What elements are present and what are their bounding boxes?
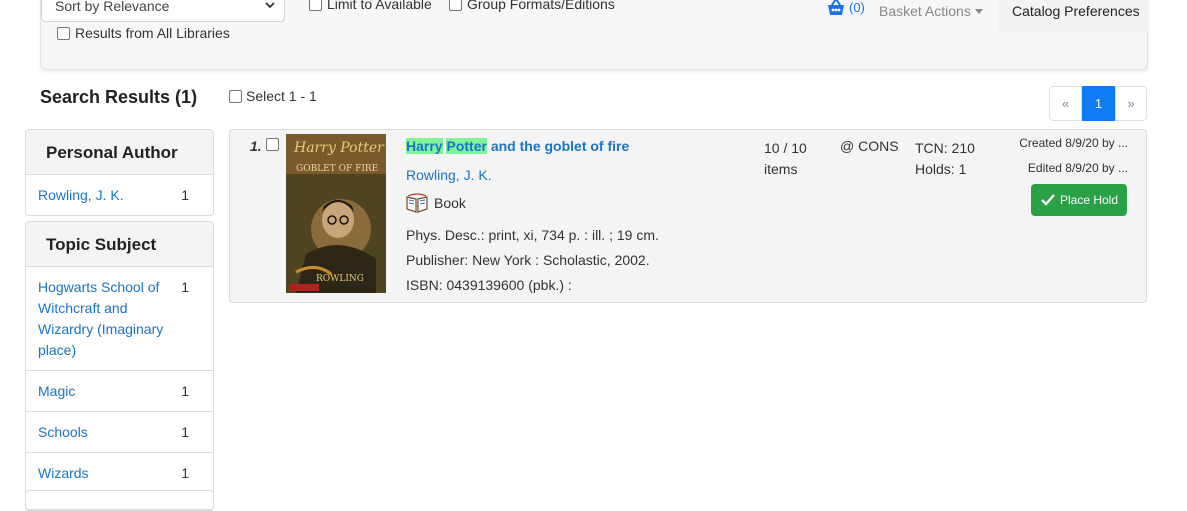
- record-items-count: 10 / 10 items: [764, 138, 807, 180]
- select-all-checkbox[interactable]: Select 1 - 1: [229, 88, 317, 104]
- all-libraries-label: Results from All Libraries: [75, 25, 230, 41]
- facet-item-count: 1: [181, 187, 189, 203]
- basket-icon: [828, 0, 844, 15]
- record-format: Book: [406, 193, 466, 213]
- result-record: 1. Harry Potter GOBLET OF FIRE ROWLING H…: [229, 129, 1147, 303]
- title-rest: and the goblet of fire: [490, 138, 630, 154]
- record-tcn-holds: TCN: 210 Holds: 1: [915, 138, 975, 180]
- items-count-label: items: [764, 161, 798, 177]
- record-author-link[interactable]: Rowling, J. K.: [406, 167, 492, 183]
- sort-select-value: Sort by Relevance: [55, 0, 170, 14]
- facet-item-name[interactable]: Schools: [38, 424, 88, 440]
- facet-heading: Topic Subject: [26, 222, 213, 267]
- facet-topic-subject: Topic Subject Hogwarts School of Witchcr…: [25, 221, 214, 511]
- record-phys-desc: Phys. Desc.: print, xi, 734 p. : ill. ; …: [406, 227, 659, 243]
- facet-item-count: 1: [181, 424, 189, 440]
- book-cover-art: [286, 134, 386, 293]
- facet-item[interactable]: Schools 1: [26, 412, 213, 453]
- items-count-value: 10 / 10: [764, 140, 807, 156]
- record-tcn: TCN: 210: [915, 140, 975, 156]
- pagination-prev[interactable]: «: [1049, 86, 1082, 121]
- checkbox-box[interactable]: [449, 0, 462, 11]
- facet-personal-author: Personal Author Rowling, J. K. 1: [25, 129, 214, 216]
- search-toolbar: Sort by Relevance Limit to Available Gro…: [40, 0, 1148, 70]
- search-results-title: Search Results (1): [40, 87, 198, 107]
- facet-item[interactable]: Rowling, J. K. 1: [26, 175, 213, 215]
- record-isbn: ISBN: 0439139600 (pbk.) :: [406, 277, 572, 293]
- title-highlight: Potter: [446, 138, 487, 154]
- format-label: Book: [434, 195, 466, 211]
- check-icon: [1041, 194, 1055, 206]
- limit-available-label: Limit to Available: [327, 0, 432, 12]
- facet-next: [25, 490, 214, 510]
- checkbox-box[interactable]: [57, 26, 70, 40]
- pagination-next[interactable]: »: [1115, 86, 1147, 121]
- record-publisher: Publisher: New York : Scholastic, 2002.: [406, 252, 650, 268]
- facet-item[interactable]: Wizards 1: [26, 453, 213, 493]
- book-icon: [406, 193, 428, 213]
- basket-actions-dropdown[interactable]: Basket Actions: [879, 3, 983, 19]
- record-created: Created 8/9/20 by ...: [1019, 136, 1128, 150]
- facet-heading: Personal Author: [26, 130, 213, 175]
- caret-down-icon: [974, 8, 983, 14]
- facet-item-name[interactable]: Rowling, J. K.: [38, 187, 124, 203]
- catalog-preferences-button[interactable]: Catalog Preferences: [998, 0, 1148, 31]
- place-hold-label: Place Hold: [1059, 193, 1119, 207]
- record-holds: Holds: 1: [915, 161, 967, 177]
- cover-subtitle-text: GOBLET OF FIRE: [296, 164, 379, 174]
- chevron-down-icon: [265, 2, 275, 9]
- facet-item[interactable]: Hogwarts School of Witchcraft and Wizard…: [26, 267, 213, 371]
- facet-item-count: 1: [181, 465, 189, 481]
- facet-item-count: 1: [181, 279, 189, 295]
- all-libraries-checkbox[interactable]: Results from All Libraries: [57, 25, 230, 41]
- facet-item-name[interactable]: Wizards: [38, 465, 89, 481]
- place-hold-button[interactable]: Place Hold: [1031, 184, 1127, 216]
- cover-author-text: ROWLING: [316, 274, 365, 284]
- select-all-label: Select 1 - 1: [246, 88, 317, 104]
- title-highlight: Harry: [406, 138, 443, 154]
- cover-title-text: Harry Potter: [294, 140, 384, 156]
- facet-item-name[interactable]: Hogwarts School of Witchcraft and Wizard…: [38, 279, 163, 358]
- result-select-checkbox[interactable]: [266, 138, 279, 151]
- basket-link[interactable]: (0): [825, 0, 865, 17]
- basket-actions-label: Basket Actions: [879, 3, 971, 19]
- basket-count: (0): [849, 0, 865, 15]
- checkbox-box[interactable]: [309, 0, 322, 11]
- sort-select[interactable]: Sort by Relevance: [41, 0, 285, 22]
- record-edited: Edited 8/9/20 by ...: [1027, 161, 1128, 175]
- catalog-preferences-label: Catalog Preferences: [1012, 3, 1140, 19]
- limit-available-checkbox[interactable]: Limit to Available: [309, 0, 432, 12]
- book-cover-image[interactable]: Harry Potter GOBLET OF FIRE ROWLING: [286, 134, 386, 293]
- group-formats-checkbox[interactable]: Group Formats/Editions: [449, 0, 615, 12]
- facet-item-name[interactable]: Magic: [38, 383, 75, 399]
- pagination: « 1 »: [1049, 86, 1147, 121]
- record-title-link[interactable]: Harry Potter and the goblet of fire: [406, 138, 629, 154]
- result-number: 1.: [250, 138, 262, 154]
- facet-item[interactable]: Magic 1: [26, 371, 213, 412]
- checkbox-box[interactable]: [229, 89, 242, 103]
- facet-item-count: 1: [181, 383, 189, 399]
- record-org: @ CONS: [840, 138, 899, 154]
- pagination-page[interactable]: 1: [1082, 86, 1115, 121]
- group-formats-label: Group Formats/Editions: [467, 0, 615, 12]
